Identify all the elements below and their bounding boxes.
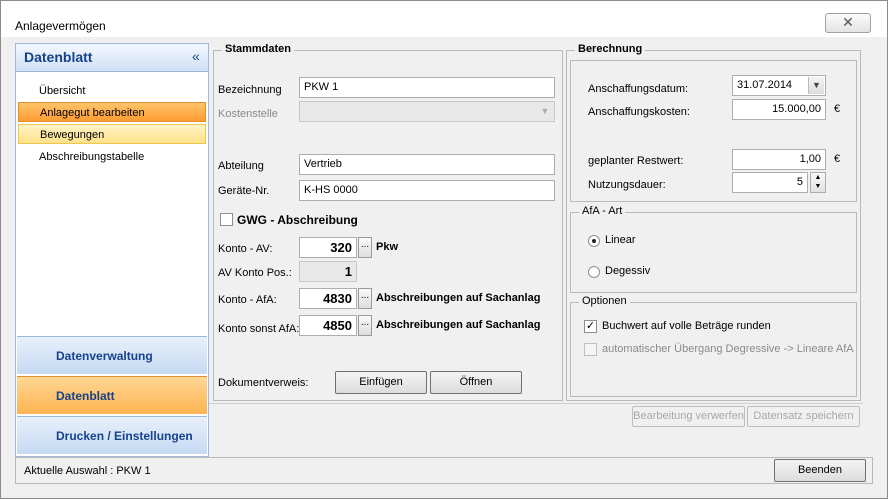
anschaffungsdatum-value: 31.07.2014	[737, 79, 793, 91]
konto-av-input[interactable]: 320	[299, 237, 357, 258]
einfuegen-button[interactable]: Einfügen	[335, 371, 427, 394]
dokumentverweis-label: Dokumentverweis:	[218, 377, 309, 389]
av-konto-pos-label: AV Konto Pos.:	[218, 267, 292, 279]
nav-button-drucken-einstellungen[interactable]: Drucken / Einstellungen	[17, 416, 207, 454]
afa-art-title: AfA - Art	[579, 205, 626, 217]
konto-av-lookup-button[interactable]: ...	[358, 237, 372, 258]
restwert-input[interactable]: 1,00	[732, 149, 826, 170]
anschaffungsdatum-picker[interactable]: 31.07.2014 ▼	[732, 75, 826, 96]
beenden-button[interactable]: Beenden	[774, 459, 866, 482]
konto-sonst-afa-name: Abschreibungen auf Sachanlag	[376, 319, 541, 331]
anschaffungskosten-label: Anschaffungskosten:	[588, 106, 690, 118]
kostenstelle-label: Kostenstelle	[218, 108, 278, 120]
optionen-group: Optionen ✓ Buchwert auf volle Beträge ru…	[570, 295, 857, 397]
konto-afa-lookup-button[interactable]: ...	[358, 288, 372, 309]
gwg-checkbox[interactable]	[220, 213, 233, 226]
navigation-pane: Datenblatt « Übersicht Anlagegut bearbei…	[15, 43, 209, 457]
abteilung-input[interactable]: Vertrieb	[299, 154, 555, 175]
berechnung-values-panel: Anschaffungsdatum: 31.07.2014 ▼ Anschaff…	[570, 60, 857, 202]
action-separator	[209, 403, 863, 404]
bearbeitung-verwerfen-button[interactable]: Bearbeitung verwerfen	[632, 406, 745, 427]
nutzungsdauer-label: Nutzungsdauer:	[588, 179, 666, 191]
uebergang-checkbox	[584, 343, 597, 356]
uebergang-label: automatischer Übergang Degressive -> Lin…	[602, 343, 854, 355]
bezeichnung-label: Bezeichnung	[218, 84, 282, 96]
status-bar: Aktuelle Auswahl : PKW 1 Beenden	[15, 457, 873, 484]
linear-label: Linear	[605, 234, 636, 246]
konto-sonst-afa-label: Konto sonst AfA:	[218, 323, 300, 335]
status-text: Aktuelle Auswahl : PKW 1	[24, 465, 151, 477]
spin-down-icon[interactable]: ▼	[811, 182, 825, 191]
gwg-label: GWG - Abschreibung	[237, 213, 358, 227]
buchwert-label: Buchwert auf volle Beträge runden	[602, 320, 771, 332]
app-window: Anlagevermögen ✕ Datenblatt « Übersicht …	[0, 0, 888, 499]
abteilung-label: Abteilung	[218, 160, 264, 172]
av-konto-pos-input: 1	[299, 261, 357, 282]
oeffnen-button[interactable]: Öffnen	[430, 371, 522, 394]
degressiv-label: Degessiv	[605, 265, 651, 277]
buchwert-checkbox[interactable]: ✓	[584, 320, 597, 333]
chevron-down-icon: ▼	[540, 106, 550, 116]
linear-radio[interactable]	[588, 235, 600, 247]
nav-item-uebersicht[interactable]: Übersicht	[18, 81, 206, 101]
nav-button-datenverwaltung[interactable]: Datenverwaltung	[17, 336, 207, 374]
datensatz-speichern-button[interactable]: Datensatz speichern	[747, 406, 860, 427]
anschaffungsdatum-label: Anschaffungsdatum:	[588, 83, 689, 95]
nav-button-datenblatt[interactable]: Datenblatt	[17, 376, 207, 414]
window-title: Anlagevermögen	[15, 19, 106, 33]
konto-afa-label: Konto - AfA:	[218, 294, 277, 306]
currency-icon: €	[834, 153, 841, 165]
nav-header-title: Datenblatt	[24, 49, 93, 65]
berechnung-title: Berechnung	[575, 43, 646, 55]
close-button[interactable]: ✕	[825, 13, 871, 33]
afa-art-group: AfA - Art Linear Degessiv	[570, 205, 857, 293]
geraete-nr-input[interactable]: K-HS 0000	[299, 180, 555, 201]
konto-afa-name: Abschreibungen auf Sachanlag	[376, 292, 541, 304]
konto-afa-input[interactable]: 4830	[299, 288, 357, 309]
collapse-icon[interactable]: «	[192, 48, 200, 64]
stammdaten-title: Stammdaten	[222, 43, 295, 55]
konto-av-label: Konto - AV:	[218, 243, 273, 255]
kostenstelle-select: ▼	[299, 101, 555, 122]
berechnung-group: Berechnung Anschaffungsdatum: 31.07.2014…	[566, 43, 861, 401]
anschaffungskosten-input[interactable]: 15.000,00	[732, 99, 826, 120]
konto-sonst-afa-input[interactable]: 4850	[299, 315, 357, 336]
geraete-nr-label: Geräte-Nr.	[218, 185, 270, 197]
restwert-label: geplanter Restwert:	[588, 155, 684, 167]
title-bar: Anlagevermögen ✕	[1, 1, 887, 37]
degressiv-radio[interactable]	[588, 266, 600, 278]
nav-item-bewegungen[interactable]: Bewegungen	[18, 124, 206, 144]
optionen-title: Optionen	[579, 295, 630, 307]
konto-sonst-afa-lookup-button[interactable]: ...	[358, 315, 372, 336]
nutzungsdauer-spinner[interactable]: ▲ ▼	[810, 172, 826, 193]
nav-item-abschreibungstabelle[interactable]: Abschreibungstabelle	[18, 147, 206, 167]
konto-av-name: Pkw	[376, 241, 399, 253]
nutzungsdauer-input[interactable]: 5	[732, 172, 808, 193]
stammdaten-group: Stammdaten Bezeichnung PKW 1 Kostenstell…	[213, 43, 563, 401]
bezeichnung-input[interactable]: PKW 1	[299, 77, 555, 98]
nav-item-anlagegut-bearbeiten[interactable]: Anlagegut bearbeiten	[18, 102, 206, 122]
spin-up-icon[interactable]: ▲	[811, 173, 825, 182]
nav-header: Datenblatt «	[16, 44, 208, 72]
chevron-down-icon[interactable]: ▼	[808, 77, 824, 94]
radio-selected-dot	[592, 239, 596, 243]
currency-icon: €	[834, 103, 841, 115]
